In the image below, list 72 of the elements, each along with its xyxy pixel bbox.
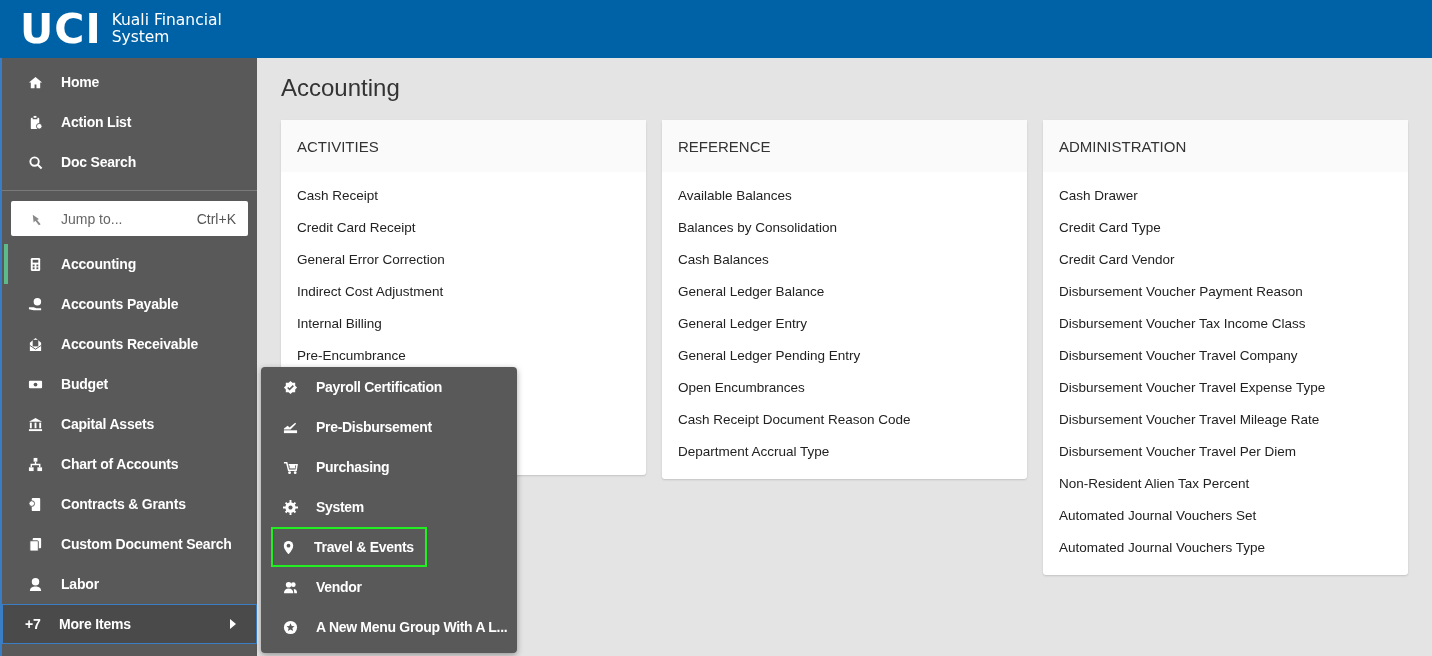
menu-item[interactable]: Pre-Disbursement	[261, 407, 507, 447]
card-link[interactable]: Automated Journal Vouchers Type	[1059, 539, 1266, 555]
page-title: Accounting	[281, 74, 401, 102]
star-circle-icon	[283, 619, 298, 635]
card-link[interactable]: Open Encumbrances	[678, 379, 805, 395]
menu-item[interactable]: A New Menu Group With A L...	[261, 607, 507, 647]
badge-check-icon	[283, 379, 298, 395]
nav-item[interactable]: Accounting	[4, 244, 257, 284]
card-link[interactable]: Internal Billing	[297, 315, 382, 331]
card-link[interactable]: Credit Card Vendor	[1059, 251, 1175, 267]
shortcut-hint: Ctrl+K	[196, 210, 236, 227]
card-header: REFERENCE	[662, 120, 1027, 172]
card-link[interactable]: Disbursement Voucher Travel Expense Type	[1059, 379, 1326, 395]
card-link[interactable]: Department Accrual Type	[678, 443, 830, 459]
house-icon	[28, 74, 43, 90]
card-link[interactable]: General Ledger Entry	[678, 315, 808, 331]
nav-item[interactable]: Custom Document Search	[4, 524, 257, 564]
card-header: ADMINISTRATION	[1043, 120, 1408, 172]
card-link[interactable]: Cash Drawer	[1059, 187, 1138, 203]
jump-input[interactable]: Jump to...	[59, 209, 183, 228]
card-link[interactable]: Credit Card Receipt	[297, 219, 416, 235]
nav-item[interactable]: Labor	[4, 564, 257, 604]
card-link[interactable]: General Error Correction	[297, 251, 445, 267]
hand-coin-icon	[28, 296, 43, 312]
nav-item[interactable]: Budget	[4, 364, 257, 404]
menu-item[interactable]: Purchasing	[261, 447, 507, 487]
search-icon	[28, 154, 43, 170]
person-icon	[28, 576, 43, 592]
org-chart-icon	[28, 456, 43, 472]
nav-item[interactable]: Accounts Payable	[4, 284, 257, 324]
app-name: Kuali Financial System	[111, 12, 223, 46]
nav-item[interactable]: Accounts Receivable	[4, 324, 257, 364]
cart-icon	[283, 459, 298, 475]
bank-building-icon	[28, 416, 43, 432]
card-link[interactable]: Disbursement Voucher Travel Mileage Rate	[1059, 411, 1320, 427]
calculator-icon	[28, 256, 43, 272]
card-link[interactable]: Cash Receipt	[297, 187, 379, 203]
map-pin-icon	[281, 539, 296, 555]
logo[interactable]: UCI	[20, 8, 102, 50]
card-link[interactable]: Disbursement Voucher Payment Reason	[1059, 283, 1303, 299]
nav-item[interactable]: Action List	[4, 102, 257, 142]
card-link[interactable]: Automated Journal Vouchers Set	[1059, 507, 1257, 523]
card-link[interactable]: Balances by Consolidation	[678, 219, 838, 235]
card-link[interactable]: Disbursement Voucher Tax Income Class	[1059, 315, 1306, 331]
card-header: ACTIVITIES	[281, 120, 646, 172]
card-link[interactable]: General Ledger Pending Entry	[678, 347, 861, 363]
settings-icon	[283, 499, 298, 515]
card-link[interactable]: Available Balances	[678, 187, 792, 203]
jump-field[interactable]: Jump to... Ctrl+K	[11, 201, 248, 236]
nav-item[interactable]: Contracts & Grants	[4, 484, 257, 524]
nav-item[interactable]: Doc Search	[4, 142, 257, 182]
nav-item[interactable]: Home	[4, 62, 257, 102]
documents-icon	[28, 536, 43, 552]
nav-item[interactable]: Chart of Accounts	[4, 444, 257, 484]
card-link[interactable]: Indirect Cost Adjustment	[297, 283, 444, 299]
clipboard-icon	[28, 114, 43, 130]
card-link[interactable]: Non-Resident Alien Tax Percent	[1059, 475, 1250, 491]
menu-item[interactable]: Travel & Events	[271, 527, 427, 567]
card-link[interactable]: Pre-Encumbrance	[297, 347, 406, 363]
card-link[interactable]: Cash Receipt Document Reason Code	[678, 411, 911, 427]
card-link[interactable]: Cash Balances	[678, 251, 769, 267]
card-link[interactable]: Disbursement Voucher Travel Per Diem	[1059, 443, 1297, 459]
caret-icon	[230, 619, 236, 629]
menu-item[interactable]: System	[261, 487, 507, 527]
more-items-button[interactable]: +7 More Items	[2, 604, 257, 644]
users-icon	[283, 579, 298, 595]
card-link[interactable]: General Ledger Balance	[678, 283, 825, 299]
menu-item[interactable]: Payroll Certification	[261, 367, 507, 407]
nav-item[interactable]: Capital Assets	[4, 404, 257, 444]
card-link[interactable]: Credit Card Type	[1059, 219, 1161, 235]
card-link[interactable]: Disbursement Voucher Travel Company	[1059, 347, 1298, 363]
menu-item[interactable]: Vendor	[261, 567, 507, 607]
